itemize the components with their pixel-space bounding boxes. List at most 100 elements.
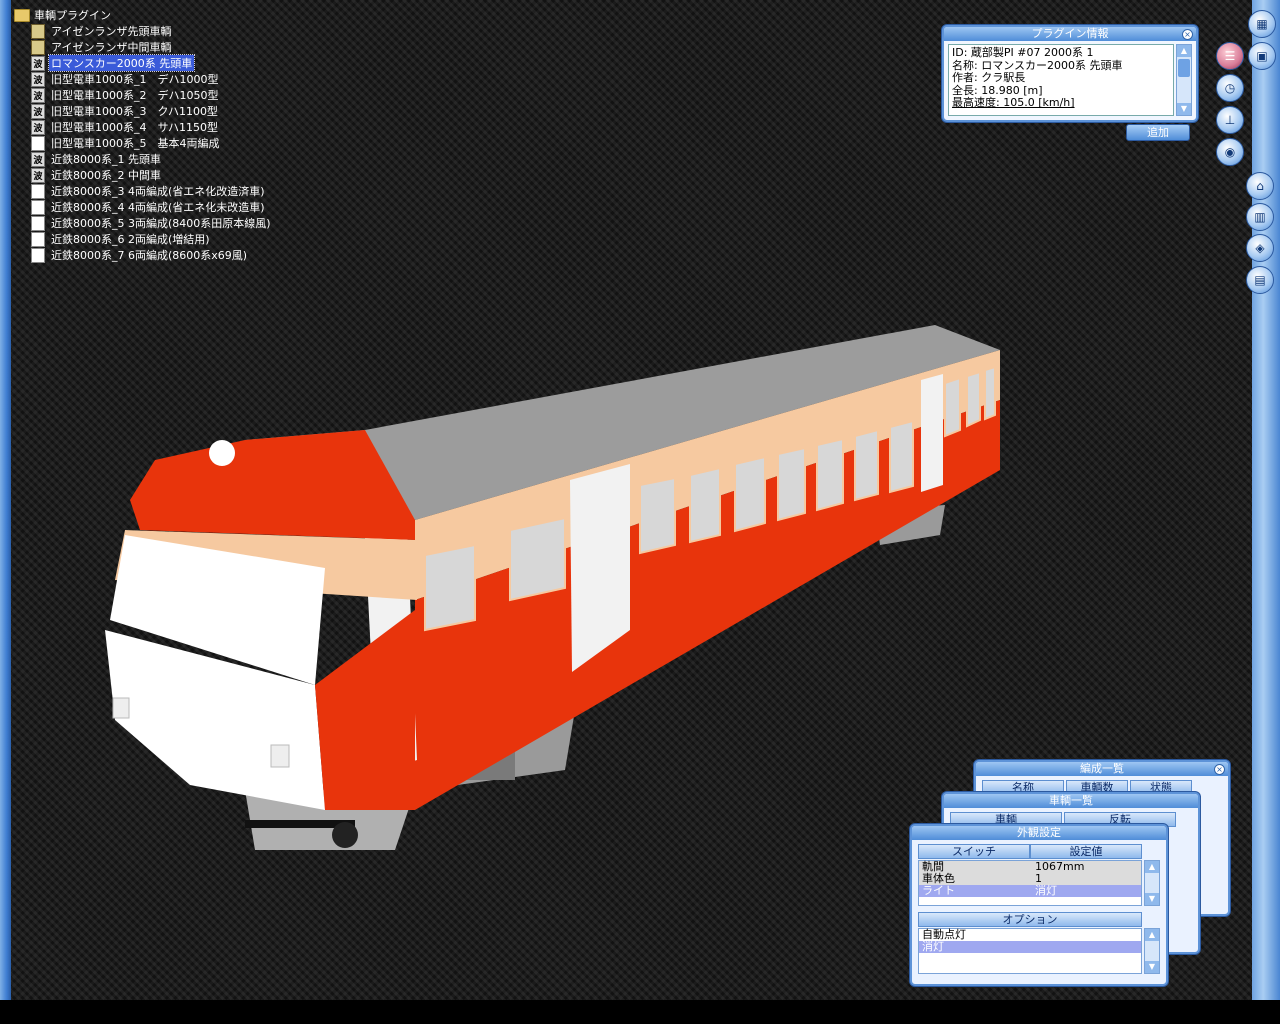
train-3d-viewport[interactable] (95, 320, 1005, 880)
tree-item[interactable]: 波旧型電車1000系_2 デハ1050型 (14, 87, 314, 103)
tree-item-label: 近鉄8000系_7 6両編成(8600系x69風) (51, 249, 248, 262)
plugin-info-text: ID: 蔵部製PI #07 2000系 1 名称: ロマンスカー2000系 先頭… (948, 44, 1174, 116)
book-icon (31, 39, 45, 55)
close-icon[interactable]: × (1182, 29, 1193, 40)
tree-item[interactable]: 波ロマンスカー2000系 先頭車 (14, 54, 314, 72)
marker-lamp (270, 744, 290, 768)
document-icon (31, 183, 45, 199)
plugin-info-panel: プラグイン情報 × ID: 蔵部製PI #07 2000系 1 名称: ロマンス… (942, 25, 1198, 122)
front-roof-red (130, 430, 415, 540)
tree-item-label: 旧型電車1000系_2 デハ1050型 (51, 89, 219, 102)
tree-root[interactable]: 車輌プラグイン (14, 7, 314, 23)
formation-list-title[interactable]: 編成一覧 × (976, 762, 1228, 776)
scroll-down-icon[interactable]: ▼ (1145, 961, 1159, 973)
plugin-icon: 波 (31, 103, 45, 119)
tree-item-label: アイゼンランザ先頭車輌 (51, 25, 172, 38)
tree-item-label: 近鉄8000系_3 4両編成(省エネ化改造済車) (51, 185, 265, 198)
tree-item[interactable]: 近鉄8000系_4 4両編成(省エネ化未改造車) (14, 199, 314, 215)
building-icon[interactable]: ▥ (1246, 203, 1274, 231)
tree-item-label: 近鉄8000系_2 中間車 (51, 169, 161, 182)
info-scrollbar[interactable]: ▲ ▼ (1176, 44, 1192, 116)
switch-list[interactable]: 軌間 1067mm 車体色 1 ライト 消灯 (918, 860, 1142, 906)
tree-item[interactable]: 近鉄8000系_3 4両編成(省エネ化改造済車) (14, 183, 314, 199)
plugin-info-title[interactable]: プラグイン情報 × (944, 27, 1196, 41)
appearance-settings-title[interactable]: 外観設定 (912, 826, 1166, 840)
document-icon (31, 247, 45, 263)
tree-item[interactable]: 近鉄8000系_6 2両編成(増結用) (14, 231, 314, 247)
option-row[interactable]: 消灯 (919, 941, 1141, 953)
folder-icon (14, 8, 30, 22)
computer-icon[interactable]: ▤ (1246, 266, 1274, 294)
plugin-icon: 波 (31, 151, 45, 167)
add-button[interactable]: 追加 (1126, 124, 1190, 141)
column-header[interactable]: 設定値 (1030, 844, 1142, 859)
vehicle-plugin-tree: 車輌プラグイン アイゼンランザ先頭車輌 アイゼンランザ中間車輌波ロマンスカー200… (14, 7, 314, 263)
plugin-icon: 波 (31, 167, 45, 183)
plugin-icon: 波 (31, 87, 45, 103)
tree-item-label: アイゼンランザ中間車輌 (51, 41, 172, 54)
vehicle-list-title[interactable]: 車輌一覧 (944, 794, 1198, 808)
appearance-settings-dialog: 外観設定 スイッチ 設定値 軌間 1067mm 車体色 1 ライト 消灯 ▲ ▼… (910, 824, 1168, 986)
plugin-icon: 波 (31, 119, 45, 135)
info-line: ID: 蔵部製PI #07 2000系 1 (952, 46, 1094, 59)
option-row[interactable]: 自動点灯 (919, 929, 1141, 941)
scroll-down-icon[interactable]: ▼ (1145, 893, 1159, 905)
tree-item[interactable]: アイゼンランザ中間車輌 (14, 39, 314, 55)
platform-icon[interactable]: ⌂ (1246, 172, 1274, 200)
grid-icon[interactable]: ▦ (1248, 10, 1276, 38)
plugin-icon: 波 (31, 55, 45, 71)
tree-item[interactable]: 波近鉄8000系_2 中間車 (14, 167, 314, 183)
column-header[interactable]: スイッチ (918, 844, 1030, 859)
info-line: 最高速度: 105.0 [km/h] (952, 96, 1075, 109)
tree-item-label: ロマンスカー2000系 先頭車 (47, 54, 196, 72)
option-list[interactable]: 自動点灯 消灯 (918, 928, 1142, 974)
tree-item[interactable]: アイゼンランザ先頭車輌 (14, 23, 314, 39)
scroll-down-icon[interactable]: ▼ (1177, 103, 1191, 115)
info-line: 作者: クラ駅長 (952, 71, 1026, 84)
tree-item[interactable]: 近鉄8000系_5 3両編成(8400系田原本線風) (14, 215, 314, 231)
tree-item[interactable]: 波旧型電車1000系_3 クハ1100型 (14, 103, 314, 119)
switch-scrollbar[interactable]: ▲ ▼ (1144, 860, 1160, 906)
scroll-up-icon[interactable]: ▲ (1145, 929, 1159, 941)
tree-item-label: 近鉄8000系_1 先頭車 (51, 153, 161, 166)
right-toolbar-strip (1252, 0, 1280, 1000)
track-icon[interactable]: ☰ (1216, 42, 1244, 70)
tree-item[interactable]: 近鉄8000系_7 6両編成(8600系x69風) (14, 247, 314, 263)
switch-row[interactable]: ライト 消灯 (919, 885, 1141, 897)
scroll-up-icon[interactable]: ▲ (1177, 45, 1191, 57)
document-icon (31, 215, 45, 231)
document-icon (31, 199, 45, 215)
scroll-thumb[interactable] (1178, 59, 1190, 77)
front-side-red (315, 610, 415, 810)
close-icon[interactable]: × (1214, 764, 1225, 775)
tree-item-label: 近鉄8000系_5 3両編成(8400系田原本線風) (51, 217, 271, 230)
eye-icon[interactable]: ◉ (1216, 138, 1244, 166)
tree-item[interactable]: 波旧型電車1000系_4 サハ1150型 (14, 119, 314, 135)
marker-lamp (112, 697, 130, 719)
plugin-icon: 波 (31, 71, 45, 87)
tree-item-label: 旧型電車1000系_5 基本4両編成 (51, 137, 220, 150)
tree-item[interactable]: 波旧型電車1000系_1 デハ1000型 (14, 71, 314, 87)
tree-item-label: 旧型電車1000系_4 サハ1150型 (51, 121, 219, 134)
tree-item-label: 旧型電車1000系_1 デハ1000型 (51, 73, 219, 86)
bottom-bar (0, 1000, 1280, 1024)
headlight-icon (209, 440, 235, 466)
option-header[interactable]: オプション (918, 912, 1142, 927)
tree-item[interactable]: 波近鉄8000系_1 先頭車 (14, 151, 314, 167)
clock-icon[interactable]: ◷ (1216, 74, 1244, 102)
left-frame-border (0, 0, 11, 1000)
document-icon (31, 135, 45, 151)
pantograph-icon[interactable]: ⊥ (1216, 106, 1244, 134)
layers-icon[interactable]: ◈ (1246, 234, 1274, 262)
book-icon (31, 23, 45, 39)
tree-root-label: 車輌プラグイン (34, 9, 111, 22)
car-icon[interactable]: ▣ (1248, 42, 1276, 70)
door (921, 374, 943, 492)
option-scrollbar[interactable]: ▲ ▼ (1144, 928, 1160, 974)
tree-item-label: 近鉄8000系_4 4両編成(省エネ化未改造車) (51, 201, 265, 214)
tree-item-label: 旧型電車1000系_3 クハ1100型 (51, 105, 218, 118)
scroll-up-icon[interactable]: ▲ (1145, 861, 1159, 873)
tree-item[interactable]: 旧型電車1000系_5 基本4両編成 (14, 135, 314, 151)
tree-item-label: 近鉄8000系_6 2両編成(増結用) (51, 233, 210, 246)
document-icon (31, 231, 45, 247)
